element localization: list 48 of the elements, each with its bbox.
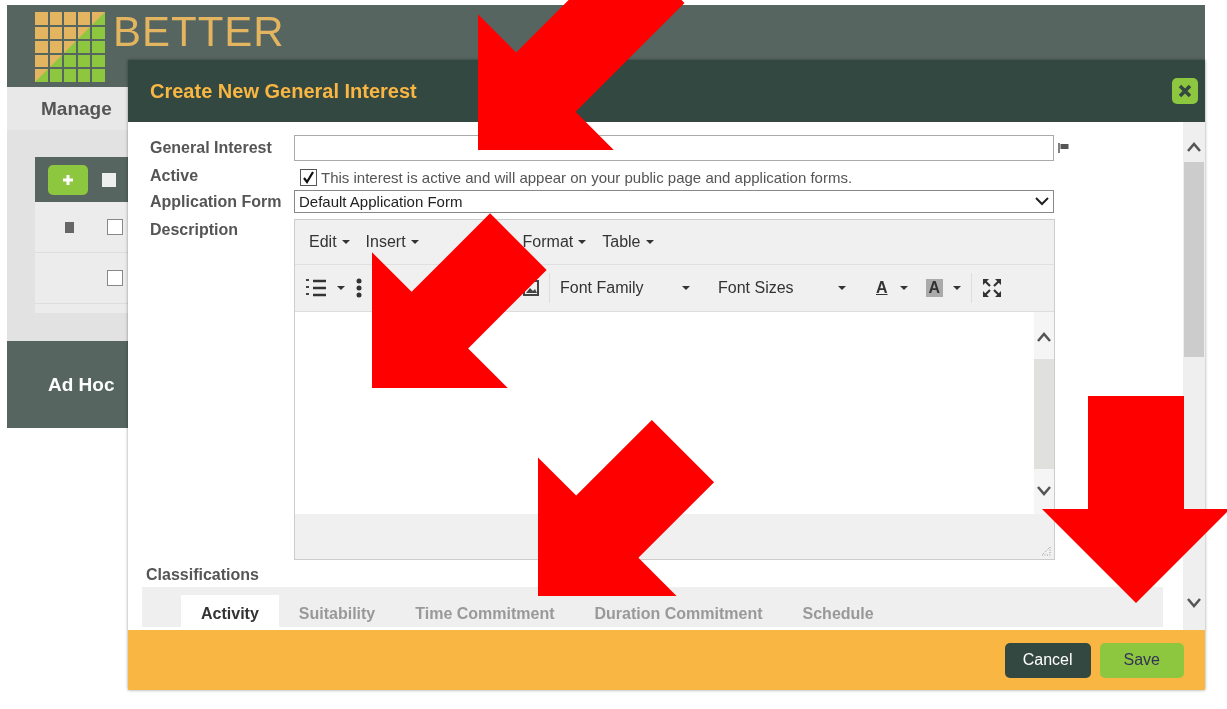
close-button[interactable]	[1172, 78, 1198, 104]
font-size-dropdown[interactable]: Font Sizes	[718, 279, 846, 297]
plus-icon	[62, 173, 74, 186]
scrollbar-thumb[interactable]	[1184, 162, 1204, 357]
tab[interactable]: Activity	[181, 595, 279, 627]
field-label: Description	[149, 220, 239, 240]
text-color-button[interactable]: A	[874, 279, 890, 297]
row-checkbox[interactable]	[107, 219, 123, 235]
scroll-down-icon[interactable]	[1186, 598, 1202, 608]
section-label: Classifications	[146, 566, 260, 584]
add-button[interactable]	[48, 164, 88, 195]
caret-icon[interactable]	[337, 286, 345, 290]
application-form-select[interactable]: Default Application Form	[294, 190, 1054, 213]
field-label: Active	[149, 166, 200, 185]
select-all-checkbox[interactable]	[102, 172, 116, 187]
cancel-button[interactable]: Cancel	[1004, 642, 1091, 678]
dialog-title: Create New General Interest	[150, 79, 418, 103]
bullet-list-icon[interactable]	[355, 278, 363, 298]
close-icon	[1178, 84, 1192, 98]
caret-icon[interactable]	[953, 286, 962, 290]
general-interest-field[interactable]	[294, 135, 1054, 161]
logo-text: BETTER	[113, 12, 285, 52]
drag-handle-icon[interactable]	[65, 221, 74, 233]
fullscreen-icon[interactable]	[982, 278, 1003, 298]
scroll-up-icon[interactable]	[1036, 332, 1052, 342]
caret-icon[interactable]	[899, 286, 908, 290]
scrollbar-thumb[interactable]	[1034, 359, 1054, 469]
editor-menu[interactable]: Format	[522, 233, 587, 251]
page-heading: Manage	[41, 97, 112, 120]
save-button[interactable]: Save	[1099, 642, 1184, 678]
row-checkbox[interactable]	[107, 270, 123, 286]
scroll-up-icon[interactable]	[1186, 142, 1202, 152]
editor-menu[interactable]: Insert	[365, 233, 419, 251]
chevron-down-icon	[1035, 197, 1049, 206]
field-label: Application Form	[149, 192, 283, 211]
font-family-dropdown[interactable]: Font Family	[560, 279, 690, 297]
resize-grip-icon[interactable]	[1041, 546, 1051, 556]
active-checkbox[interactable]	[300, 169, 317, 186]
numbered-list-icon[interactable]	[305, 278, 327, 298]
field-label: General Interest	[149, 139, 273, 157]
flag-icon[interactable]	[1058, 143, 1069, 153]
editor-menu[interactable]: Table	[602, 233, 654, 251]
panel-title: Ad Hoc	[48, 373, 115, 396]
background-color-button[interactable]: A	[925, 279, 944, 297]
editor-menu[interactable]: Edit	[309, 233, 350, 251]
logo-icon	[35, 12, 105, 82]
checkbox-label: This interest is active and will appear on your public page and application forms.	[321, 169, 853, 186]
scroll-down-icon[interactable]	[1036, 486, 1052, 496]
